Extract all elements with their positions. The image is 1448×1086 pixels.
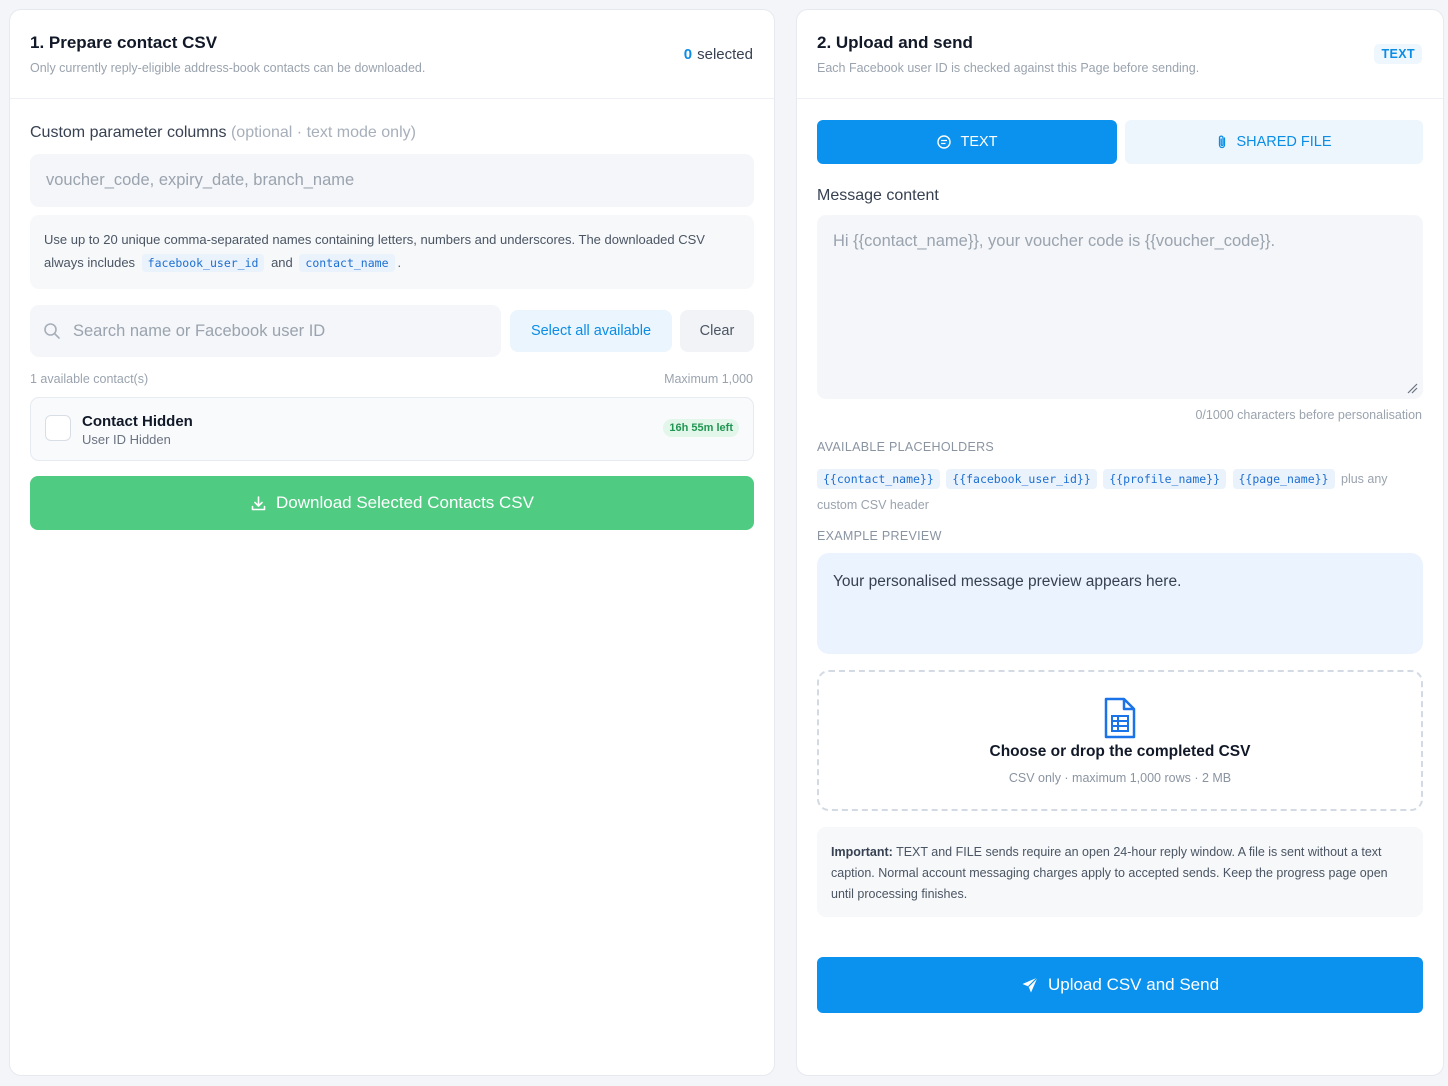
upload-send-label: Upload CSV and Send	[1047, 975, 1220, 994]
selected-count: 0 selected	[684, 46, 753, 63]
placeholder-chip: {{facebook_user_id}}	[946, 469, 1097, 489]
search-icon	[44, 323, 60, 339]
important-label: Important:	[831, 845, 893, 859]
help-and: and	[271, 255, 293, 270]
tab-text[interactable]: TEXT	[817, 120, 1117, 164]
custom-columns-input[interactable]: voucher_code, expiry_date, branch_name	[30, 154, 754, 207]
download-csv-label: Download Selected Contacts CSV	[276, 493, 534, 512]
important-notice: Important: TEXT and FILE sends require a…	[817, 827, 1423, 917]
drop-zone-title: Choose or drop the completed CSV	[989, 743, 1251, 760]
help-code-contact-name: contact_name	[299, 254, 395, 272]
message-content-label: Message content	[817, 187, 939, 204]
placeholder-chip: {{contact_name}}	[817, 469, 940, 489]
placeholder-chip: {{profile_name}}	[1103, 469, 1227, 489]
maximum-contacts: Maximum 1,000	[664, 372, 753, 386]
drop-zone-subtitle: CSV only · maximum 1,000 rows · 2 MB	[1008, 771, 1232, 785]
custom-columns-label-text: Custom parameter columns	[30, 124, 227, 141]
time-left-badge: 16h 55m left	[663, 419, 739, 437]
contact-search-input[interactable]: Search name or Facebook user ID	[30, 305, 501, 357]
preview-caption: EXAMPLE PREVIEW	[817, 529, 942, 543]
upload-send-panel: 2. Upload and send Each Facebook user ID…	[796, 9, 1444, 1076]
mode-badge: TEXT	[1374, 44, 1422, 64]
resize-handle-icon[interactable]	[1406, 382, 1418, 394]
available-contacts-count: 1 available contact(s)	[30, 372, 149, 386]
tab-text-label: TEXT	[960, 134, 998, 150]
csv-drop-zone[interactable]: Choose or drop the completed CSV CSV onl…	[817, 670, 1423, 811]
upload-panel-header: 2. Upload and send Each Facebook user ID…	[797, 10, 1443, 99]
prepare-csv-panel: 1. Prepare contact CSV Only currently re…	[9, 9, 775, 1076]
message-placeholder: Hi {{contact_name}}, your voucher code i…	[833, 232, 1276, 250]
download-csv-button[interactable]: Download Selected Contacts CSV	[30, 476, 754, 530]
send-icon	[1022, 977, 1038, 993]
upload-panel-subtitle: Each Facebook user ID is checked against…	[817, 61, 1200, 75]
contact-name: Contact Hidden	[82, 413, 193, 430]
paperclip-icon	[1219, 135, 1226, 149]
placeholders-list: {{contact_name}} {{facebook_user_id}} {{…	[817, 466, 1423, 518]
contact-user-id: User ID Hidden	[82, 432, 171, 447]
search-placeholder: Search name or Facebook user ID	[73, 321, 326, 340]
contact-checkbox[interactable]	[45, 415, 71, 441]
message-preview: Your personalised message preview appear…	[817, 553, 1423, 654]
contact-row[interactable]: Contact Hidden User ID Hidden 16h 55m le…	[30, 397, 754, 461]
custom-columns-placeholder: voucher_code, expiry_date, branch_name	[46, 171, 355, 189]
select-all-button[interactable]: Select all available	[510, 310, 672, 352]
character-count: 0/1000 characters before personalisation	[1195, 408, 1422, 422]
tab-shared-file-label: SHARED FILE	[1236, 134, 1332, 150]
selected-count-number: 0	[683, 46, 693, 63]
help-end: .	[397, 255, 402, 270]
custom-columns-label: Custom parameter columns (optional · tex…	[30, 124, 416, 142]
custom-columns-help: Use up to 20 unique comma-separated name…	[30, 215, 754, 289]
chat-bubble-icon	[937, 135, 952, 149]
preview-text: Your personalised message preview appear…	[833, 573, 1182, 590]
download-icon	[251, 495, 266, 510]
prepare-panel-subtitle: Only currently reply-eligible address-bo…	[30, 61, 426, 75]
prepare-panel-title: 1. Prepare contact CSV	[30, 33, 218, 52]
placeholder-chip: {{page_name}}	[1232, 469, 1335, 489]
help-code-facebook-user-id: facebook_user_id	[141, 254, 265, 272]
upload-panel-title: 2. Upload and send	[817, 33, 973, 52]
placeholders-caption: AVAILABLE PLACEHOLDERS	[817, 440, 995, 454]
selected-count-label: selected	[697, 46, 753, 63]
custom-columns-hint: (optional · text mode only)	[230, 124, 416, 141]
prepare-panel-header: 1. Prepare contact CSV Only currently re…	[10, 10, 774, 99]
tab-shared-file[interactable]: SHARED FILE	[1125, 120, 1423, 164]
clear-button[interactable]: Clear	[680, 310, 754, 352]
important-text: TEXT and FILE sends require an open 24-h…	[831, 845, 1388, 901]
message-content-textarea[interactable]: Hi {{contact_name}}, your voucher code i…	[817, 215, 1423, 399]
csv-file-icon	[1104, 697, 1136, 739]
upload-send-button[interactable]: Upload CSV and Send	[817, 957, 1423, 1013]
